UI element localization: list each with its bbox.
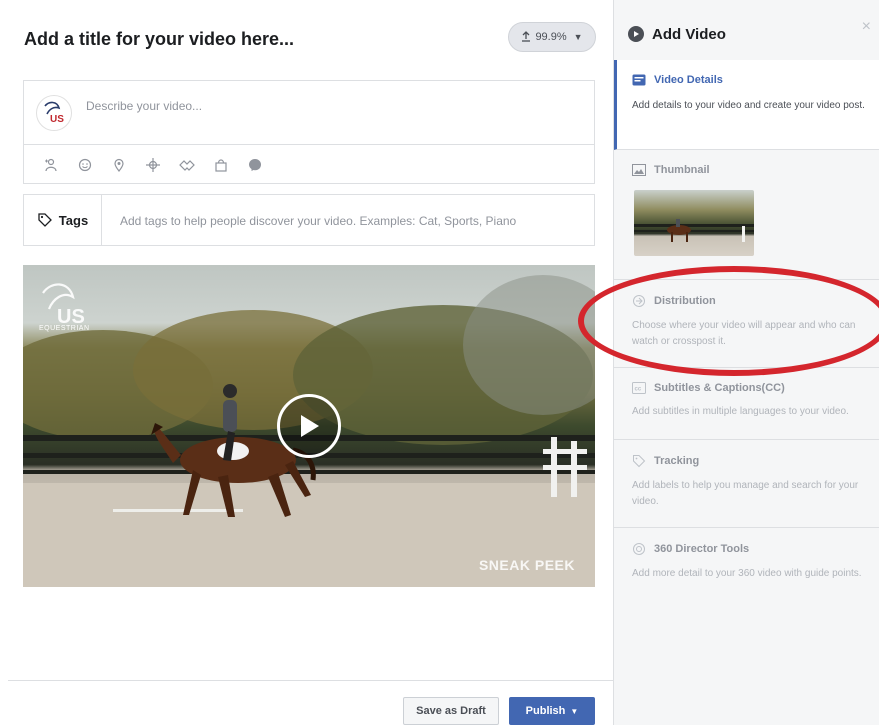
logo-caption: EQUESTRIAN bbox=[39, 325, 90, 332]
us-equestrian-logo: US bbox=[44, 101, 64, 125]
sidebar-item-label: Thumbnail bbox=[654, 164, 710, 176]
thumbnail-image[interactable] bbox=[634, 190, 754, 256]
sidebar-item-head: Tracking bbox=[632, 454, 699, 468]
publish-label: Publish bbox=[525, 705, 566, 717]
sidebar-item-subtitles[interactable]: cc Subtitles & Captions(CC) Add subtitle… bbox=[614, 368, 879, 440]
tags-input[interactable]: Add tags to help people discover your vi… bbox=[120, 214, 516, 228]
distribution-icon bbox=[633, 295, 645, 307]
sidebar-item-label: Tracking bbox=[654, 455, 700, 467]
location-pin-icon[interactable] bbox=[102, 153, 136, 177]
feeling-icon[interactable] bbox=[68, 153, 102, 177]
sidebar-item-head: 360 Director Tools bbox=[632, 542, 749, 556]
video-play-icon bbox=[628, 26, 644, 42]
sidebar-item-label: Subtitles & Captions(CC) bbox=[654, 382, 785, 394]
handshake-icon[interactable] bbox=[170, 153, 204, 177]
sidebar-item-head: cc Subtitles & Captions(CC) bbox=[632, 382, 785, 394]
tags-label-text: Tags bbox=[58, 212, 89, 228]
sidebar-item-tracking[interactable]: Tracking Add labels to help you manage a… bbox=[614, 440, 879, 528]
avatar: US bbox=[36, 95, 72, 131]
video-overlay-text: SNEAK PEEK bbox=[478, 557, 575, 573]
crosshair-icon[interactable] bbox=[136, 153, 170, 177]
video-details-icon bbox=[632, 74, 646, 86]
image-icon bbox=[632, 164, 646, 176]
upload-progress-text: 99.9% bbox=[535, 31, 567, 43]
video-title-input[interactable]: Add a title for your video here... bbox=[24, 29, 294, 50]
sidebar-item-desc: Add details to your video and create you… bbox=[632, 100, 865, 111]
svg-text:cc: cc bbox=[635, 387, 642, 393]
describe-input[interactable]: Describe your video... bbox=[86, 99, 202, 113]
sidebar-item-video-details[interactable]: Video Details Add details to your video … bbox=[614, 60, 879, 150]
chevron-down-icon: ▼ bbox=[570, 706, 579, 716]
add-video-sidebar: Add Video × Video Details Add details to… bbox=[613, 0, 879, 725]
sidebar-item-label: Video Details bbox=[654, 74, 723, 86]
sidebar-title: Add Video bbox=[652, 26, 726, 43]
sidebar-item-thumbnail[interactable]: Thumbnail bbox=[614, 150, 879, 280]
svg-text:US: US bbox=[50, 114, 64, 125]
tag-icon bbox=[38, 213, 52, 227]
describe-box: US Describe your video... bbox=[23, 80, 595, 184]
title-row: Add a title for your video here... 99.9%… bbox=[24, 22, 596, 58]
play-icon bbox=[301, 415, 319, 437]
upload-icon bbox=[522, 31, 531, 42]
sidebar-item-label: Distribution bbox=[654, 295, 716, 307]
tag-icon bbox=[633, 455, 646, 468]
sidebar-item-desc: Add subtitles in multiple languages to y… bbox=[632, 406, 849, 417]
publish-button[interactable]: Publish ▼ bbox=[509, 697, 595, 725]
sidebar-item-desc: Add labels to help you manage and search… bbox=[632, 480, 859, 507]
shopping-bag-icon[interactable] bbox=[204, 153, 238, 177]
play-button[interactable] bbox=[277, 394, 341, 458]
sidebar-item-desc: Add more detail to your 360 video with g… bbox=[632, 568, 862, 579]
chevron-down-icon: ▼ bbox=[573, 32, 583, 42]
upload-progress-button[interactable]: 99.9% ▼ bbox=[508, 22, 596, 52]
messenger-icon[interactable] bbox=[238, 153, 272, 177]
tags-box: Tags Add tags to help people discover yo… bbox=[23, 194, 595, 246]
sidebar-item-desc: Choose where your video will appear and … bbox=[632, 320, 856, 347]
compose-toolbar bbox=[24, 144, 594, 184]
sidebar-item-head: Video Details bbox=[632, 74, 723, 86]
captions-icon: cc bbox=[632, 382, 646, 394]
close-icon[interactable]: × bbox=[862, 18, 871, 36]
360-icon bbox=[633, 543, 645, 555]
sidebar-header: Add Video × bbox=[614, 0, 879, 60]
sidebar-item-head: Thumbnail bbox=[632, 164, 710, 176]
save-draft-button[interactable]: Save as Draft bbox=[403, 697, 499, 725]
sidebar-item-360-director-tools[interactable]: 360 Director Tools Add more detail to yo… bbox=[614, 528, 879, 616]
tags-label: Tags bbox=[24, 195, 102, 245]
video-preview[interactable]: US EQUESTRIAN SNEAK PEEK bbox=[23, 265, 595, 587]
sidebar-item-distribution[interactable]: Distribution Choose where your video wil… bbox=[614, 280, 879, 368]
video-editor: Add a title for your video here... 99.9%… bbox=[0, 0, 613, 725]
sidebar-item-label: 360 Director Tools bbox=[654, 543, 750, 555]
footer-divider bbox=[8, 680, 613, 681]
tag-people-icon[interactable] bbox=[34, 153, 68, 177]
sidebar-item-head: Distribution bbox=[632, 294, 716, 308]
